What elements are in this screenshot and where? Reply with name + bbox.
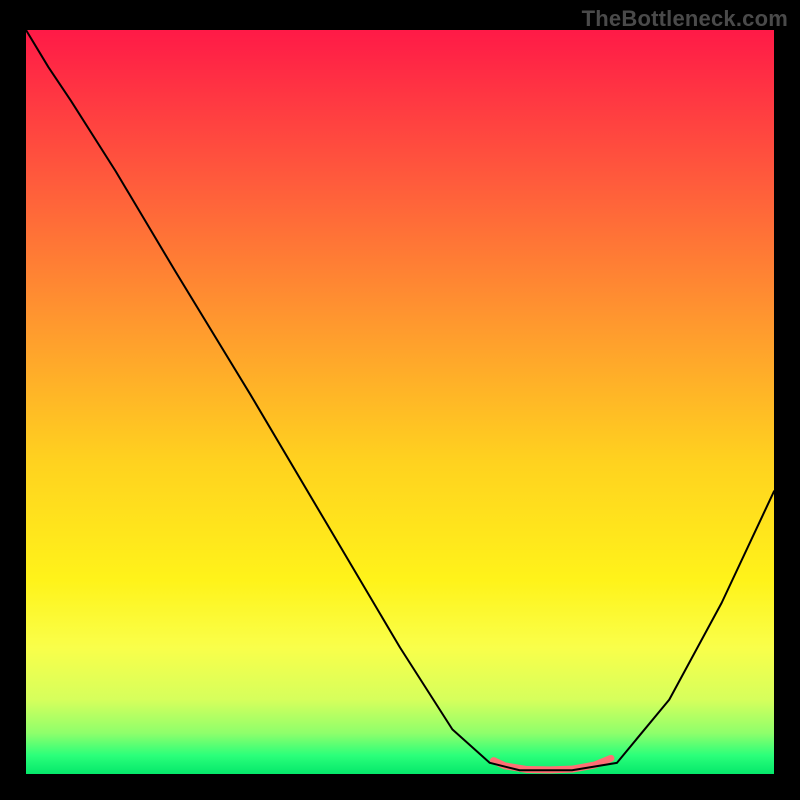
- watermark-text: TheBottleneck.com: [582, 6, 788, 32]
- bottleneck-chart: [0, 0, 800, 800]
- plot-background: [26, 30, 774, 774]
- chart-stage: TheBottleneck.com: [0, 0, 800, 800]
